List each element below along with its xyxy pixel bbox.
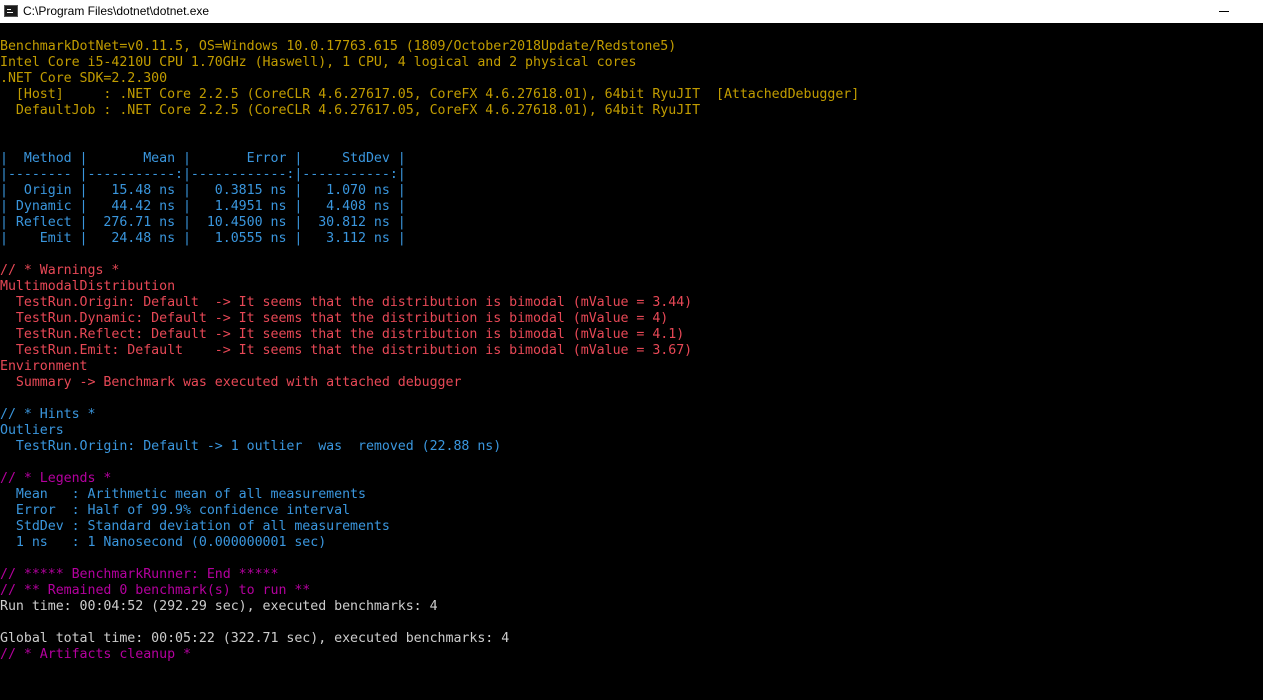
- console-line: // * Hints *: [0, 407, 96, 422]
- console-line: | Reflect | 276.71 ns | 10.4500 ns | 30.…: [0, 215, 406, 230]
- console-line: TestRun.Origin: Default -> It seems that…: [0, 295, 693, 310]
- title-bar[interactable]: C:\Program Files\dotnet\dotnet.exe: [0, 0, 1263, 23]
- console-line: Outliers: [0, 423, 64, 438]
- console-line: [Host] : .NET Core 2.2.5 (CoreCLR 4.6.27…: [0, 87, 860, 102]
- console-line: .NET Core SDK=2.2.300: [0, 71, 168, 86]
- console-line: BenchmarkDotNet=v0.11.5, OS=Windows 10.0…: [0, 39, 677, 54]
- console-line: TestRun.Origin: Default -> 1 outlier was…: [0, 439, 502, 454]
- console-line: | Method | Mean | Error | StdDev |: [0, 151, 406, 166]
- console-app-icon[interactable]: [4, 5, 18, 17]
- console-line: Run time: 00:04:52 (292.29 sec), execute…: [0, 599, 438, 614]
- console-line: | Dynamic | 44.42 ns | 1.4951 ns | 4.408…: [0, 199, 406, 214]
- console-line: TestRun.Emit: Default -> It seems that t…: [0, 343, 693, 358]
- console-line: MultimodalDistribution: [0, 279, 176, 294]
- console-line: // * Artifacts cleanup *: [0, 647, 191, 662]
- console-line: TestRun.Dynamic: Default -> It seems tha…: [0, 311, 669, 326]
- console-output[interactable]: BenchmarkDotNet=v0.11.5, OS=Windows 10.0…: [0, 39, 1263, 700]
- console-line: | Origin | 15.48 ns | 0.3815 ns | 1.070 …: [0, 183, 406, 198]
- console-line: Error : Half of 99.9% confidence interva…: [0, 503, 351, 518]
- window-title: C:\Program Files\dotnet\dotnet.exe: [23, 4, 210, 18]
- console-line: Environment: [0, 359, 88, 374]
- console-line: StdDev : Standard deviation of all measu…: [0, 519, 390, 534]
- console-line: 1 ns : 1 Nanosecond (0.000000001 sec): [0, 535, 327, 550]
- console-line: | Emit | 24.48 ns | 1.0555 ns | 3.112 ns…: [0, 231, 406, 246]
- console-line: DefaultJob : .NET Core 2.2.5 (CoreCLR 4.…: [0, 103, 701, 118]
- console-line: Intel Core i5-4210U CPU 1.70GHz (Haswell…: [0, 55, 637, 70]
- console-line: // * Legends *: [0, 471, 112, 486]
- console-line: // ***** BenchmarkRunner: End *****: [0, 567, 279, 582]
- console-line: Global total time: 00:05:22 (322.71 sec)…: [0, 631, 510, 646]
- console-line: |-------- |-----------:|------------:|--…: [0, 167, 406, 182]
- console-line: // * Warnings *: [0, 263, 120, 278]
- console-line: // ** Remained 0 benchmark(s) to run **: [0, 583, 311, 598]
- minimize-button[interactable]: [1217, 0, 1263, 23]
- console-line: TestRun.Reflect: Default -> It seems tha…: [0, 327, 685, 342]
- console-line: Summary -> Benchmark was executed with a…: [0, 375, 462, 390]
- console-line: Mean : Arithmetic mean of all measuremen…: [0, 487, 366, 502]
